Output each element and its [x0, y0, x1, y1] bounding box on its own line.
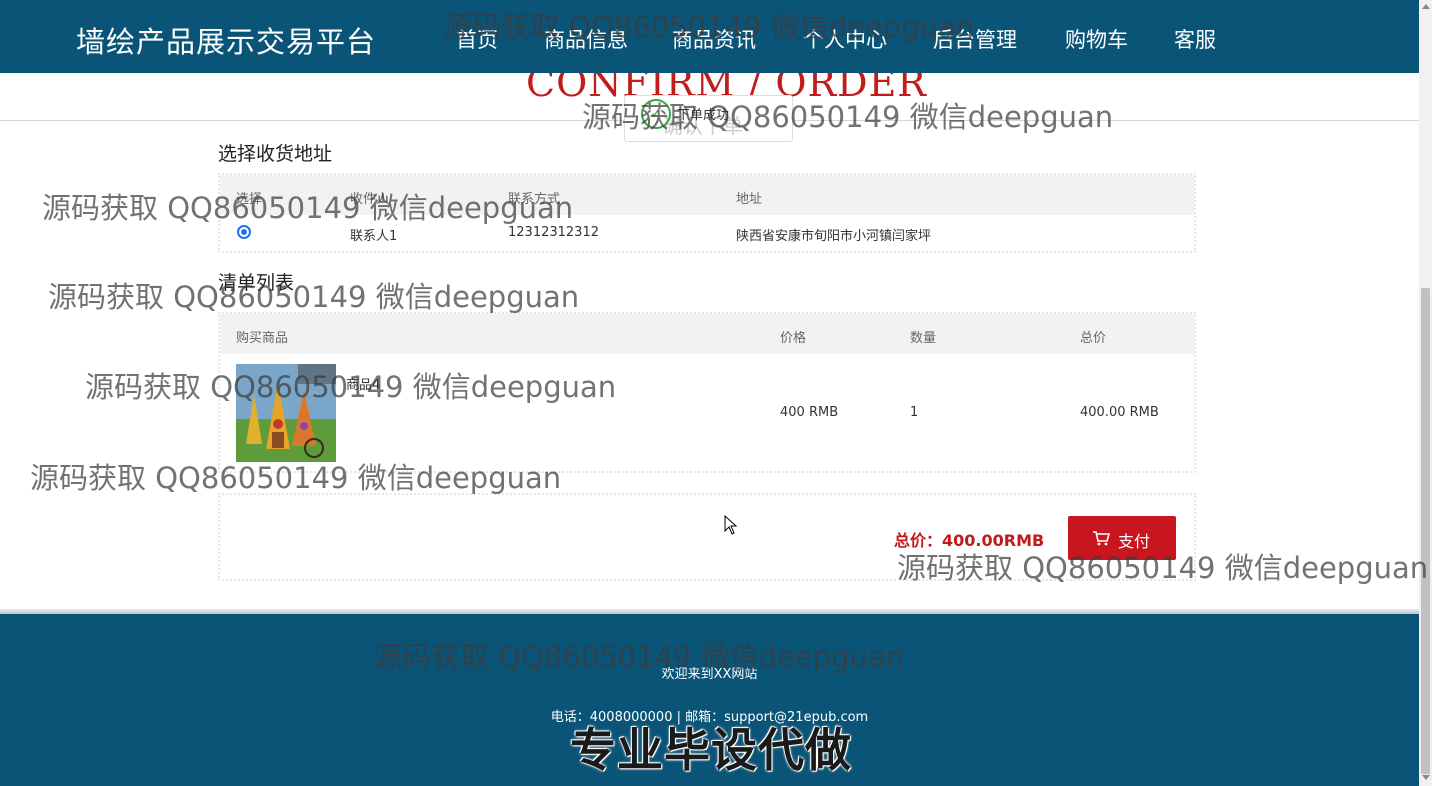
top-navbar: 墙绘产品展示交易平台 首页 商品信息 商品资讯 个人中心 后台管理 购物车 客服	[0, 0, 1419, 73]
grand-total: 总价：400.00RMB	[894, 531, 1045, 550]
mouse-cursor-icon	[724, 514, 738, 539]
col-price: 价格	[780, 331, 807, 346]
col-product: 购买商品	[236, 331, 289, 346]
product-total: 400.00 RMB	[1080, 405, 1159, 420]
step-check-icon: ✓	[641, 99, 671, 129]
col-total: 总价	[1080, 331, 1107, 346]
order-summary: 总价：400.00RMB 支付	[218, 493, 1196, 581]
page-scrollbar[interactable]	[1419, 0, 1432, 786]
col-quantity: 数量	[910, 331, 937, 346]
col-recipient: 收件人	[350, 192, 390, 207]
nav-admin[interactable]: 后台管理	[933, 24, 1017, 54]
cart-icon	[1092, 530, 1111, 550]
nav-products[interactable]: 商品信息	[544, 24, 628, 54]
nav-home[interactable]: 首页	[456, 24, 498, 54]
nav-news[interactable]: 商品资讯	[672, 24, 756, 54]
recipient-address: 陕西省安康市旬阳市小河镇闫家坪	[736, 229, 932, 244]
pay-button[interactable]: 支付	[1068, 516, 1176, 560]
scroll-up-icon[interactable]	[1422, 4, 1430, 9]
recipient-name: 联系人1	[350, 229, 398, 244]
col-select: 选择	[236, 192, 263, 207]
col-address: 地址	[736, 192, 763, 207]
nav-user-center[interactable]: 个人中心	[803, 24, 887, 54]
step-success-label: 下单成功	[677, 108, 730, 123]
product-price: 400 RMB	[780, 405, 839, 420]
order-table: 购买商品 价格 数量 总价 商品4 400 RMB 1 400.00 RMB	[218, 312, 1196, 473]
pay-label: 支付	[1118, 532, 1151, 551]
nav-cart[interactable]: 购物车	[1065, 24, 1128, 54]
order-table-header: 购买商品 价格 数量 总价	[220, 314, 1194, 354]
footer-welcome: 欢迎来到XX网站	[661, 667, 758, 682]
scroll-down-icon[interactable]	[1422, 775, 1430, 780]
col-phone: 联系方式	[508, 192, 561, 207]
address-radio[interactable]	[237, 225, 251, 239]
site-brand[interactable]: 墙绘产品展示交易平台	[76, 19, 376, 61]
recipient-phone: 12312312312	[508, 225, 599, 240]
order-list-title: 清单列表	[218, 272, 295, 294]
scroll-thumb[interactable]	[1421, 288, 1430, 774]
nav-service[interactable]: 客服	[1174, 24, 1216, 54]
watermark-promo: 专业毕设代做	[570, 723, 852, 777]
product-image[interactable]	[236, 364, 336, 462]
watermark: 源码获取 QQ86050149 微信deepguan	[48, 280, 580, 314]
address-table: 选择 收件人 联系方式 地址 联系人1 12312312312 陕西省安康市旬阳…	[218, 173, 1196, 253]
order-step-indicator: 确认下单 ✓ 下单成功	[624, 95, 793, 142]
address-table-header: 选择 收件人 联系方式 地址	[220, 175, 1194, 215]
product-name[interactable]: 商品4	[346, 374, 380, 393]
address-section-title: 选择收货地址	[218, 143, 333, 165]
product-quantity: 1	[910, 405, 919, 420]
